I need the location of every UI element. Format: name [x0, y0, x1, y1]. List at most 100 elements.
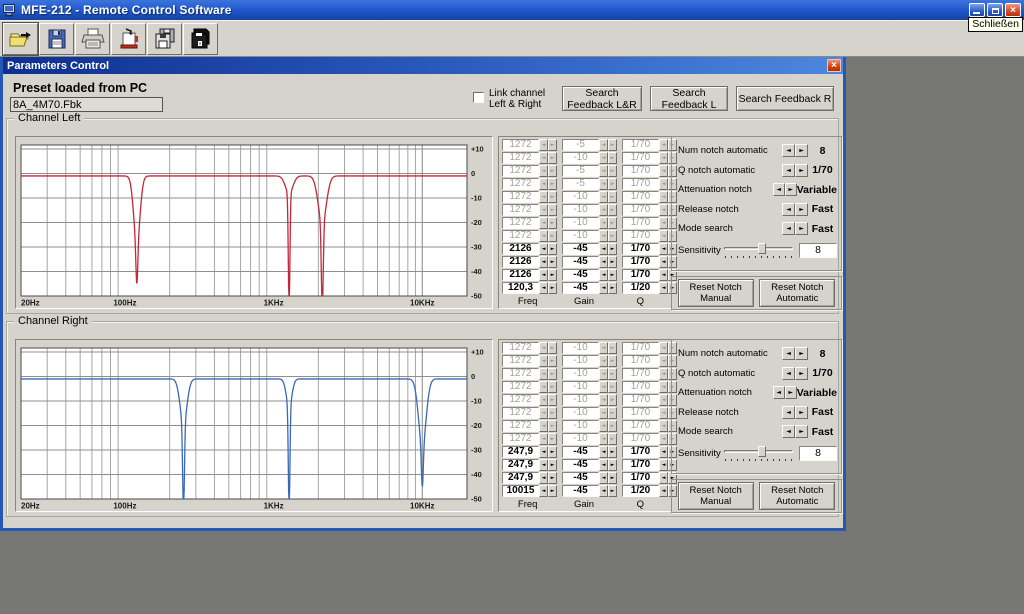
q-value-field[interactable]: 1/70 [622, 394, 659, 406]
freq-decrement-button[interactable]: ◄ [539, 256, 548, 268]
q-value-field[interactable]: 1/70 [622, 230, 659, 242]
q-value-field[interactable]: 1/70 [622, 256, 659, 268]
gain-value-field[interactable]: -10 [562, 217, 599, 229]
gain-value-field[interactable]: -10 [562, 191, 599, 203]
freq-increment-button[interactable]: ► [548, 269, 557, 281]
freq-increment-button[interactable]: ► [548, 282, 557, 294]
q-value-field[interactable]: 1/70 [622, 204, 659, 216]
freq-value-field[interactable]: 1272 [502, 178, 539, 190]
attenuation-notch-increment-button[interactable]: ► [785, 386, 797, 399]
num-notch-automatic-increment-button[interactable]: ► [795, 347, 808, 360]
num-notch-automatic-decrement-button[interactable]: ◄ [782, 347, 795, 360]
release-notch-decrement-button[interactable]: ◄ [782, 406, 795, 419]
q-notch-automatic-increment-button[interactable]: ► [795, 164, 808, 177]
release-notch-decrement-button[interactable]: ◄ [782, 203, 795, 216]
q-value-field[interactable]: 1/70 [622, 381, 659, 393]
q-value-field[interactable]: 1/70 [622, 420, 659, 432]
mode-search-increment-button[interactable]: ► [795, 425, 808, 438]
q-notch-automatic-decrement-button[interactable]: ◄ [782, 367, 795, 380]
gain-value-field[interactable]: -45 [562, 269, 599, 281]
freq-value-field[interactable]: 247,9 [502, 472, 539, 484]
gain-value-field[interactable]: -5 [562, 139, 599, 151]
gain-value-field[interactable]: -10 [562, 420, 599, 432]
freq-decrement-button[interactable]: ◄ [539, 446, 548, 458]
disk-archive-button[interactable] [183, 23, 218, 55]
gain-value-field[interactable]: -10 [562, 394, 599, 406]
gain-increment-button[interactable]: ► [608, 282, 617, 294]
freq-value-field[interactable]: 1272 [502, 204, 539, 216]
freq-value-field[interactable]: 1272 [502, 165, 539, 177]
freq-value-field[interactable]: 1272 [502, 381, 539, 393]
q-decrement-button[interactable]: ◄ [659, 243, 668, 255]
sensitivity-slider[interactable] [724, 445, 793, 463]
freq-value-field[interactable]: 10015 [502, 485, 539, 497]
q-decrement-button[interactable]: ◄ [659, 256, 668, 268]
gain-value-field[interactable]: -10 [562, 433, 599, 445]
freq-decrement-button[interactable]: ◄ [539, 459, 548, 471]
q-decrement-button[interactable]: ◄ [659, 472, 668, 484]
q-value-field[interactable]: 1/70 [622, 459, 659, 471]
q-value-field[interactable]: 1/70 [622, 368, 659, 380]
gain-value-field[interactable]: -10 [562, 230, 599, 242]
q-value-field[interactable]: 1/70 [622, 243, 659, 255]
release-notch-increment-button[interactable]: ► [795, 406, 808, 419]
slider-thumb[interactable] [758, 446, 766, 457]
preset-name-field[interactable]: 8A_4M70.Fbk [10, 97, 163, 112]
q-value-field[interactable]: 1/70 [622, 446, 659, 458]
attenuation-notch-increment-button[interactable]: ► [785, 183, 797, 196]
sensitivity-slider[interactable] [724, 242, 793, 260]
gain-increment-button[interactable]: ► [608, 472, 617, 484]
freq-decrement-button[interactable]: ◄ [539, 243, 548, 255]
q-value-field[interactable]: 1/70 [622, 191, 659, 203]
q-decrement-button[interactable]: ◄ [659, 282, 668, 294]
freq-value-field[interactable]: 1272 [502, 191, 539, 203]
freq-increment-button[interactable]: ► [548, 446, 557, 458]
save-file-button[interactable] [39, 23, 74, 55]
gain-decrement-button[interactable]: ◄ [599, 243, 608, 255]
search-feedback-l-button[interactable]: Search Feedback L [650, 86, 728, 111]
reset-notch-automatic-button[interactable]: Reset Notch Automatic [759, 279, 835, 307]
num-notch-automatic-decrement-button[interactable]: ◄ [782, 144, 795, 157]
gain-value-field[interactable]: -45 [562, 446, 599, 458]
link-channel-checkbox[interactable]: Link channel Left & Right [473, 88, 545, 110]
reset-notch-automatic-button[interactable]: Reset Notch Automatic [759, 482, 835, 510]
sensitivity-value-field[interactable]: 8 [799, 446, 837, 461]
gain-decrement-button[interactable]: ◄ [599, 282, 608, 294]
gain-decrement-button[interactable]: ◄ [599, 485, 608, 497]
gain-value-field[interactable]: -45 [562, 243, 599, 255]
close-button[interactable]: × [1005, 3, 1021, 17]
freq-value-field[interactable]: 1272 [502, 152, 539, 164]
freq-increment-button[interactable]: ► [548, 243, 557, 255]
print-button[interactable] [75, 23, 110, 55]
freq-value-field[interactable]: 1272 [502, 420, 539, 432]
dialog-titlebar[interactable]: Parameters Control × [3, 57, 843, 74]
gain-value-field[interactable]: -5 [562, 178, 599, 190]
freq-value-field[interactable]: 1272 [502, 433, 539, 445]
mode-search-decrement-button[interactable]: ◄ [782, 425, 795, 438]
freq-decrement-button[interactable]: ◄ [539, 269, 548, 281]
freq-decrement-button[interactable]: ◄ [539, 472, 548, 484]
q-value-field[interactable]: 1/20 [622, 485, 659, 497]
q-notch-automatic-decrement-button[interactable]: ◄ [782, 164, 795, 177]
gain-increment-button[interactable]: ► [608, 256, 617, 268]
attenuation-notch-decrement-button[interactable]: ◄ [773, 183, 785, 196]
gain-value-field[interactable]: -45 [562, 282, 599, 294]
main-titlebar[interactable]: MFE-212 - Remote Control Software × [0, 0, 1024, 20]
gain-value-field[interactable]: -45 [562, 256, 599, 268]
gain-value-field[interactable]: -10 [562, 407, 599, 419]
gain-decrement-button[interactable]: ◄ [599, 472, 608, 484]
gain-decrement-button[interactable]: ◄ [599, 256, 608, 268]
gain-increment-button[interactable]: ► [608, 243, 617, 255]
q-notch-automatic-increment-button[interactable]: ► [795, 367, 808, 380]
freq-value-field[interactable]: 247,9 [502, 446, 539, 458]
freq-increment-button[interactable]: ► [548, 472, 557, 484]
release-notch-increment-button[interactable]: ► [795, 203, 808, 216]
search-feedback-lr-button[interactable]: Search Feedback L&R [562, 86, 642, 111]
freq-value-field[interactable]: 1272 [502, 355, 539, 367]
freq-value-field[interactable]: 1272 [502, 407, 539, 419]
freq-value-field[interactable]: 1272 [502, 139, 539, 151]
freq-increment-button[interactable]: ► [548, 485, 557, 497]
freq-value-field[interactable]: 1272 [502, 342, 539, 354]
q-value-field[interactable]: 1/70 [622, 433, 659, 445]
gain-value-field[interactable]: -10 [562, 355, 599, 367]
